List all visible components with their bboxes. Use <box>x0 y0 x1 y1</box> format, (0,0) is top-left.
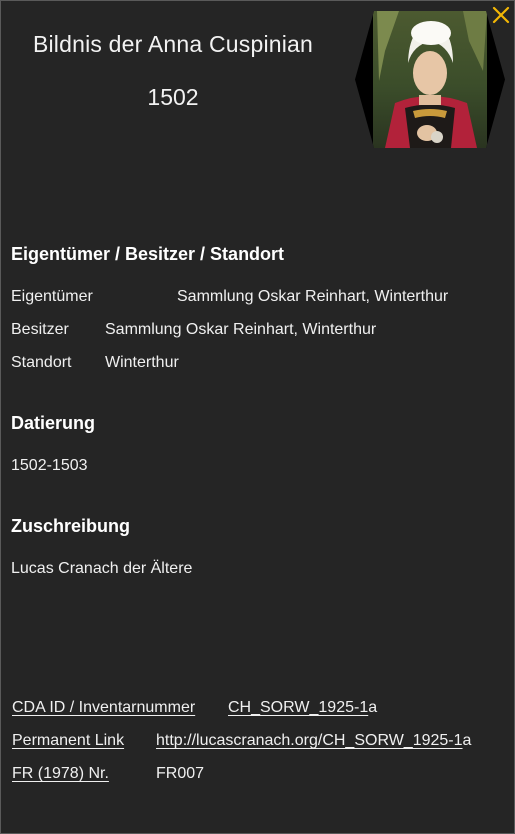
permanent-link-url-suffix: a <box>462 732 472 749</box>
ownership-heading: Eigentümer / Besitzer / Standort <box>11 244 285 264</box>
permanent-link-row[interactable]: Permanent Link http://lucascranach.org/C… <box>12 732 471 750</box>
attribution-value: Lucas Cranach der Ältere <box>11 560 193 577</box>
attribution-heading: Zuschreibung <box>11 516 131 536</box>
artwork-thumbnail[interactable] <box>355 11 505 148</box>
fr-number-row: FR (1978) Nr. FR007 <box>12 765 204 783</box>
dating-heading: Datierung <box>11 413 96 433</box>
artwork-year: 1502 <box>147 84 199 110</box>
cda-id-value-main: CH_SORW_1925-1 <box>228 699 369 716</box>
owner-row: Eigentümer Sammlung Oskar Reinhart, Wint… <box>11 288 448 306</box>
permanent-link-label: Permanent Link <box>12 732 125 749</box>
owner-value: Sammlung Oskar Reinhart, Winterthur <box>177 288 449 305</box>
permanent-link-url[interactable]: http://lucascranach.org/CH_SORW_1925-1a <box>156 732 471 750</box>
location-row: Standort Winterthur <box>11 354 179 372</box>
permanent-link-url-main[interactable]: http://lucascranach.org/CH_SORW_1925-1 <box>156 732 463 749</box>
fr-number-value: FR007 <box>156 765 205 782</box>
cda-id-value-suffix: a <box>368 699 378 716</box>
owner-label: Eigentümer <box>11 288 93 305</box>
cda-id-row: CDA ID / Inventarnummer CH_SORW_1925-1a <box>12 699 377 717</box>
location-value: Winterthur <box>105 354 179 371</box>
holder-value: Sammlung Oskar Reinhart, Winterthur <box>105 321 377 338</box>
artwork-detail-panel: Bildnis der Anna Cuspinian 1502 Eigentüm… <box>0 0 515 834</box>
artwork-title: Bildnis der Anna Cuspinian <box>32 31 314 57</box>
holder-label: Besitzer <box>11 321 69 338</box>
dating-value: 1502-1503 <box>11 457 88 474</box>
location-label: Standort <box>11 354 72 371</box>
cda-id-label: CDA ID / Inventarnummer <box>12 699 196 716</box>
holder-row: Besitzer Sammlung Oskar Reinhart, Winter… <box>11 321 376 339</box>
cda-id-value: CH_SORW_1925-1a <box>228 699 377 717</box>
fr-number-label: FR (1978) Nr. <box>12 765 109 782</box>
